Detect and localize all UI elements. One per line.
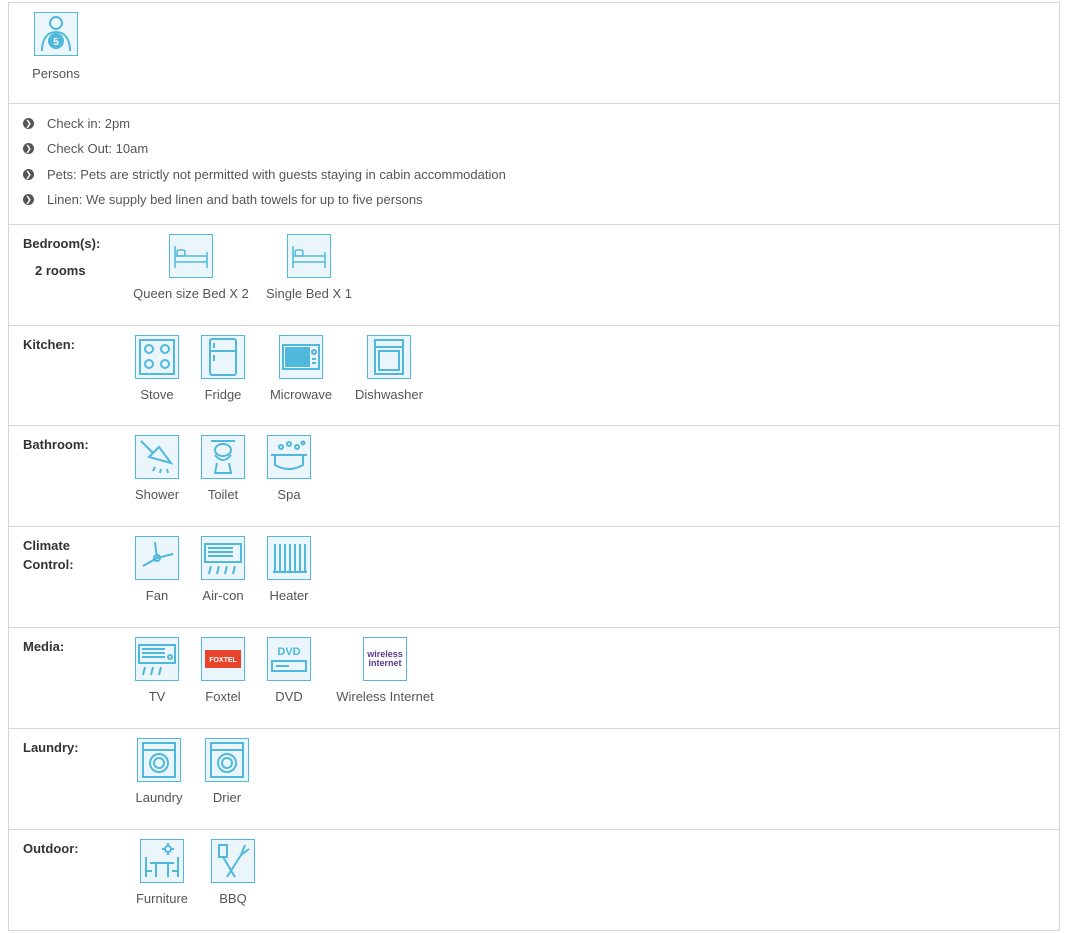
media-row: Media: TV FOXTEL Foxtel DVD DVD wireless…	[9, 628, 1059, 729]
dishwasher-item: Dishwasher	[349, 335, 429, 402]
tv-icon	[135, 637, 179, 681]
tv-item: TV	[129, 637, 185, 704]
bathroom-row: Bathroom: Shower Toilet Spa	[9, 426, 1059, 527]
fridge-item: Fridge	[195, 335, 251, 402]
amenities-panel: 5 Persons ❯ Check in: 2pm ❯ Check Out: 10a…	[8, 2, 1060, 931]
washing-machine-icon	[137, 738, 181, 782]
climate-row: Climate Control: Fan Air-con Heater	[9, 527, 1059, 628]
outdoor-row: Outdoor: Furniture BBQ	[9, 830, 1059, 930]
heater-icon	[267, 536, 311, 580]
toilet-item: Toilet	[195, 435, 251, 502]
bbq-icon	[211, 839, 255, 883]
svg-text:internet: internet	[368, 658, 401, 668]
spa-item: Spa	[261, 435, 317, 502]
dryer-icon	[205, 738, 249, 782]
chevron-right-icon: ❯	[23, 169, 34, 181]
shower-icon	[135, 435, 179, 479]
laundry-heading: Laundry:	[23, 740, 79, 755]
bedrooms-heading: Bedroom(s):	[23, 236, 101, 251]
heater-item: Heater	[261, 536, 317, 603]
stove-item: Stove	[129, 335, 185, 402]
kitchen-heading: Kitchen:	[23, 337, 75, 352]
furniture-item: Furniture	[129, 839, 195, 906]
detail-linen: ❯ Linen: We supply bed linen and bath tow…	[23, 191, 423, 209]
outdoor-heading: Outdoor:	[23, 841, 79, 856]
persons-count: 5	[53, 37, 59, 48]
aircon-item: Air-con	[195, 536, 251, 603]
single-bed-item: Single Bed X 1	[259, 234, 359, 301]
microwave-item: Microwave	[261, 335, 341, 402]
chevron-right-icon: ❯	[23, 194, 34, 206]
foxtel-icon: FOXTEL	[201, 637, 245, 681]
queen-bed-item: Queen size Bed X 2	[129, 234, 253, 301]
stove-icon	[135, 335, 179, 379]
dvd-icon: DVD	[267, 637, 311, 681]
foxtel-item: FOXTEL Foxtel	[195, 637, 251, 704]
shower-item: Shower	[129, 435, 185, 502]
person-icon: 5	[34, 12, 78, 56]
rooms-count: 2 rooms	[35, 263, 86, 278]
dishwasher-icon	[367, 335, 411, 379]
dvd-item: DVD DVD	[261, 637, 317, 704]
climate-heading: Climate Control:	[23, 538, 74, 572]
details-row: ❯ Check in: 2pm ❯ Check Out: 10am ❯ Pets: P…	[9, 104, 1059, 225]
detail-pets: ❯ Pets: Pets are strictly not permitted w…	[23, 166, 506, 184]
media-heading: Media:	[23, 639, 65, 654]
persons-item: 5 Persons	[31, 12, 81, 81]
svg-text:DVD: DVD	[277, 646, 300, 658]
kitchen-row: Kitchen: Stove Fridge Microwave Dishwash…	[9, 326, 1059, 426]
spa-icon	[267, 435, 311, 479]
toilet-icon	[201, 435, 245, 479]
chevron-right-icon: ❯	[23, 143, 34, 155]
wireless-internet-item: wireless internet Wireless Internet	[327, 637, 443, 704]
laundry-row: Laundry: Laundry Drier	[9, 729, 1059, 830]
bathroom-heading: Bathroom:	[23, 437, 89, 452]
persons-label: Persons	[32, 66, 80, 81]
bed-icon	[287, 234, 331, 278]
laundry-item: Laundry	[129, 738, 189, 805]
drier-item: Drier	[199, 738, 255, 805]
wifi-icon: wireless internet	[363, 637, 407, 681]
aircon-icon	[201, 536, 245, 580]
detail-checkout: ❯ Check Out: 10am	[23, 140, 148, 158]
fan-icon	[135, 536, 179, 580]
bbq-item: BBQ	[205, 839, 261, 906]
microwave-icon	[279, 335, 323, 379]
persons-row: 5 Persons	[9, 3, 1059, 104]
chevron-right-icon: ❯	[23, 118, 34, 130]
fan-item: Fan	[129, 536, 185, 603]
bedrooms-row: Bedroom(s): 2 rooms Queen size Bed X 2 S…	[9, 225, 1059, 326]
svg-text:FOXTEL: FOXTEL	[209, 657, 237, 664]
bed-icon	[169, 234, 213, 278]
detail-checkin: ❯ Check in: 2pm	[23, 115, 130, 133]
fridge-icon	[201, 335, 245, 379]
outdoor-furniture-icon	[140, 839, 184, 883]
